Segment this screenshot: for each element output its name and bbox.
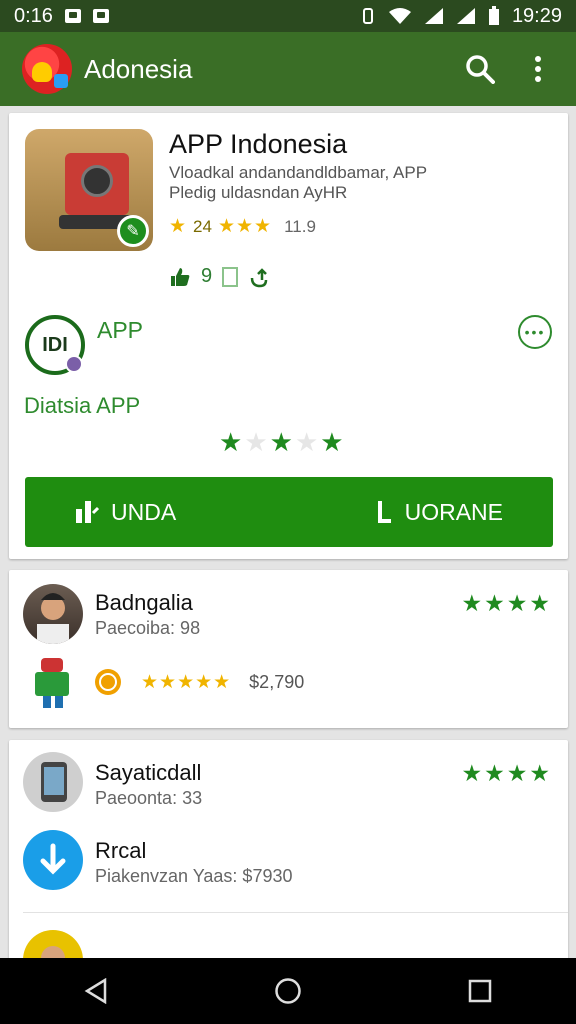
app-rating: ★ 24 ★★★ 11.9 xyxy=(169,215,316,238)
list-item-subtitle: Piakenvzan Yaas: $7930 xyxy=(95,866,293,886)
rating-count: 11.9 xyxy=(284,216,316,236)
star-icon-2[interactable]: ★ xyxy=(244,427,269,457)
developer-name[interactable]: Diatsia APP xyxy=(24,393,140,419)
more-options-button[interactable]: ••• xyxy=(518,315,552,349)
back-icon xyxy=(84,978,107,1004)
reviewer-name: Badngalia xyxy=(95,590,193,615)
home-button[interactable] xyxy=(258,961,318,1021)
review-sub-stars: ★★★★★ xyxy=(141,671,232,693)
action-button-bar: UNDA UORANE xyxy=(25,477,553,547)
notification-icon xyxy=(64,9,81,23)
rate-stars[interactable]: ★★★★★ xyxy=(219,427,346,458)
app-meta-row: 9 xyxy=(169,265,270,288)
star-icon-3[interactable]: ★ xyxy=(270,427,295,457)
review-stars: ★★★★ xyxy=(461,590,552,616)
review-row[interactable]: Badngalia Paecoiba: 98 ★★★★ xyxy=(9,580,568,660)
review-card: Badngalia Paecoiba: 98 ★★★★ ★★★★★ $2,790 xyxy=(9,570,568,728)
share-icon[interactable] xyxy=(248,266,270,288)
list-item[interactable]: Sayaticdall Paeoonta: 33 ★★★★ xyxy=(9,750,568,830)
search-button[interactable] xyxy=(460,49,500,89)
navigation-bar xyxy=(0,958,576,1024)
app-list-card: Sayaticdall Paeoonta: 33 ★★★★ Rrcal Piak… xyxy=(9,740,568,990)
recents-icon xyxy=(468,979,492,1003)
open-button[interactable]: UORANE xyxy=(377,499,503,526)
open-button-label: UORANE xyxy=(404,498,503,525)
list-item-title: Rrcal xyxy=(95,838,147,863)
notification-icon-2 xyxy=(92,9,109,23)
bars-icon xyxy=(76,501,99,523)
review-sub-value: $2,790 xyxy=(249,671,305,692)
app-bar: Adonesia xyxy=(0,32,576,106)
install-button-label: UNDA xyxy=(111,498,177,525)
status-bar: 0:16 19:29 xyxy=(0,0,576,32)
device-icon xyxy=(222,266,239,287)
reviewer-subtitle: Paecoiba: 98 xyxy=(95,618,201,638)
rating-star-icon: ★ xyxy=(169,216,188,237)
more-vert-icon xyxy=(535,56,541,82)
home-icon xyxy=(275,978,301,1004)
reviewer-avatar[interactable] xyxy=(23,584,83,644)
app-title: APP Indonesia xyxy=(169,129,348,159)
review-meta-row: ★★★★★ $2,790 xyxy=(29,654,304,710)
battery-icon xyxy=(488,6,499,25)
person-icon xyxy=(37,593,69,644)
phone-icon xyxy=(41,762,67,802)
vibrate-icon xyxy=(362,8,373,24)
app-thumbnail[interactable]: ✎ xyxy=(25,129,153,251)
list-item-subtitle: Paeoonta: 33 xyxy=(95,788,203,808)
install-button[interactable]: UNDA xyxy=(75,499,176,526)
signal-icon-2 xyxy=(456,8,475,24)
download-avatar[interactable] xyxy=(23,830,83,890)
wifi-icon xyxy=(388,8,411,24)
publisher-badge[interactable]: IDI xyxy=(25,315,85,375)
robot-icon xyxy=(35,658,69,708)
download-icon xyxy=(40,843,66,875)
list-item-title: Sayaticdall xyxy=(95,760,202,785)
rating-value: 24 xyxy=(193,216,212,236)
app-description-line-1: Vloadkal andandandldbamar, APP xyxy=(169,163,428,182)
back-button[interactable] xyxy=(66,961,126,1021)
star-icon-1[interactable]: ★ xyxy=(219,427,244,457)
search-icon xyxy=(466,55,495,84)
leaf-badge-icon: ✎ xyxy=(117,215,149,247)
coin-icon xyxy=(95,669,121,695)
status-right: 19:29 xyxy=(360,5,562,28)
app-details-card: ✎ APP Indonesia Vloadkal andandandldbama… xyxy=(9,113,568,559)
badge-dot xyxy=(65,355,83,373)
app-description: Vloadkal andandandldbamar, APP Pledig ul… xyxy=(169,163,549,203)
app-logo xyxy=(22,44,72,94)
thumbs-up-icon[interactable] xyxy=(169,266,191,288)
meta-value: 9 xyxy=(201,265,213,287)
speaker-cone-image xyxy=(81,165,113,197)
status-left: 0:16 xyxy=(14,5,109,28)
more-horiz-icon: ••• xyxy=(524,324,546,340)
star-icon-4[interactable]: ★ xyxy=(295,427,320,457)
app-bar-title: Adonesia xyxy=(84,53,193,84)
list-item[interactable]: Rrcal Piakenvzan Yaas: $7930 xyxy=(9,830,568,910)
status-time-left: 0:16 xyxy=(14,4,53,27)
list-item-stars: ★★★★ xyxy=(461,760,552,786)
phone-avatar xyxy=(23,752,83,812)
star-icon-5[interactable]: ★ xyxy=(320,427,345,457)
status-time: 19:29 xyxy=(511,4,562,27)
recents-button[interactable] xyxy=(450,961,510,1021)
app-description-line-2: Pledig uldasndan AyHR xyxy=(169,183,348,202)
rating-stars: ★★★ xyxy=(217,216,273,237)
publisher-label: APP xyxy=(97,317,144,343)
list-divider xyxy=(23,912,568,913)
overflow-menu-button[interactable] xyxy=(518,49,558,89)
signal-icon xyxy=(424,8,443,24)
l-shape-icon xyxy=(377,501,391,523)
publisher-badge-text: IDI xyxy=(42,333,68,356)
